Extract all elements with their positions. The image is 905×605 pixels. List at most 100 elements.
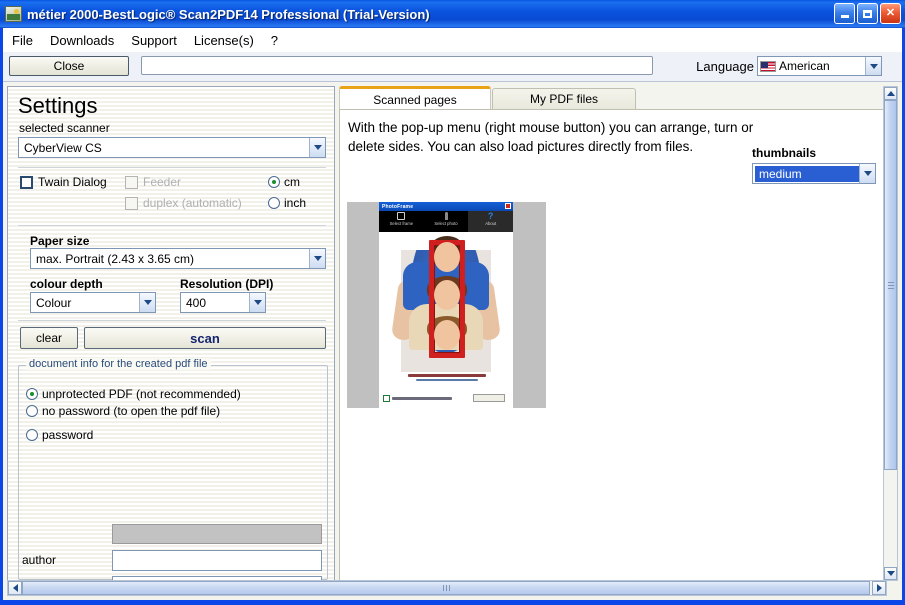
paper-size-dropdown[interactable]: max. Portrait (2.43 x 3.65 cm) (30, 248, 326, 269)
chevron-down-icon[interactable] (309, 249, 325, 268)
colour-depth-label: colour depth (30, 277, 103, 291)
chevron-down-icon[interactable] (309, 138, 325, 157)
scanned-page-content: PhotoFrame Select frame Select photo ? A… (379, 202, 513, 408)
scanner-value: CyberView CS (24, 140, 102, 155)
chevron-down-icon[interactable] (859, 164, 875, 183)
options-row: Twain Dialog Feeder duplex (automatic) c… (20, 175, 326, 217)
photoframe-title-bar: PhotoFrame (379, 202, 513, 211)
scanned-page-thumbnail[interactable]: PhotoFrame Select frame Select photo ? A… (347, 202, 546, 408)
menu-item-help[interactable]: ? (271, 33, 278, 48)
clear-button[interactable]: clear (20, 327, 78, 349)
thumbnails-value: medium (755, 165, 859, 182)
close-button[interactable]: Close (9, 56, 129, 76)
page-footer (383, 394, 509, 403)
select-frame-label: Select frame (389, 221, 414, 226)
toolbar: Close Language American (3, 52, 902, 82)
close-icon (505, 203, 511, 209)
thumbnails-size-dropdown[interactable]: medium (752, 163, 876, 184)
unprotected-pdf-radio[interactable]: unprotected PDF (not recommended) (26, 387, 241, 401)
tab-my-pdf-files[interactable]: My PDF files (492, 88, 636, 109)
divider (18, 167, 326, 168)
tab-bar: Scanned pages My PDF files (339, 86, 887, 110)
caption-line (416, 378, 478, 381)
close-icon: ✕ (885, 7, 896, 19)
face-woman (434, 280, 460, 310)
no-password-label: no password (to open the pdf file) (42, 404, 221, 418)
footer-text-line (392, 397, 452, 400)
photoframe-title: PhotoFrame (382, 203, 414, 210)
feeder-label: Feeder (143, 175, 182, 189)
photo-image (379, 232, 513, 372)
face-girl (434, 320, 460, 350)
chevron-down-icon[interactable] (139, 293, 155, 312)
client-area: File Downloads Support License(s) ? Clos… (3, 28, 902, 600)
radio-icon (26, 429, 38, 441)
author-label: author (22, 553, 57, 567)
scroll-left-button[interactable] (8, 581, 22, 595)
photoframe-toolbar: Select frame Select photo ? About (379, 211, 513, 232)
resolution-dropdown[interactable]: 400 (180, 292, 266, 313)
minimize-button[interactable] (834, 3, 855, 24)
resolution-value: 400 (186, 295, 207, 310)
feeder-checkbox: Feeder (125, 175, 181, 189)
panel-description: With the pop-up menu (right mouse button… (348, 120, 754, 154)
select-photo-label: Select photo (434, 221, 458, 226)
title-bar: métier 2000-BestLogic® Scan2PDF14 Profes… (0, 0, 905, 28)
twain-dialog-label: Twain Dialog (38, 175, 107, 189)
duplex-label: duplex (automatic) (143, 196, 242, 210)
horizontal-scroll-thumb[interactable] (22, 581, 870, 595)
twain-dialog-checkbox[interactable]: Twain Dialog (20, 175, 107, 189)
scanner-dropdown[interactable]: CyberView CS (18, 137, 326, 158)
question-mark-icon: ? (487, 211, 494, 221)
chevron-down-icon[interactable] (865, 57, 881, 75)
checkbox-icon (125, 196, 138, 210)
checkbox-icon (20, 175, 33, 189)
scroll-right-button[interactable] (872, 581, 886, 595)
ok-button (473, 394, 505, 402)
menu-item-licenses[interactable]: License(s) (194, 33, 254, 48)
colour-depth-value: Colour (36, 295, 72, 310)
person-icon (444, 212, 448, 220)
language-label: Language (696, 59, 754, 74)
divider (18, 225, 326, 226)
menu-item-downloads[interactable]: Downloads (50, 33, 114, 48)
face-man (434, 242, 460, 272)
window-title: métier 2000-BestLogic® Scan2PDF14 Profes… (27, 6, 430, 22)
horizontal-scrollbar[interactable] (7, 580, 887, 596)
about-button: ? About (468, 211, 513, 232)
colour-depth-dropdown[interactable]: Colour (30, 292, 156, 313)
scroll-down-button[interactable] (884, 567, 897, 580)
unit-inch-label: inch (284, 196, 307, 210)
scan-button[interactable]: scan (84, 327, 326, 349)
menu-item-support[interactable]: Support (131, 33, 177, 48)
scanned-pages-area[interactable]: PhotoFrame Select frame Select photo ? A… (341, 198, 887, 581)
scroll-up-button[interactable] (884, 87, 897, 100)
us-flag-icon (760, 60, 776, 72)
about-label: About (485, 221, 497, 226)
select-frame-button: Select frame (379, 211, 424, 232)
paper-size-value: max. Portrait (2.43 x 3.65 cm) (36, 251, 195, 266)
close-window-button[interactable]: ✕ (880, 3, 901, 24)
radio-icon (26, 388, 38, 400)
divider (18, 320, 326, 321)
password-radio[interactable]: password (26, 428, 93, 442)
menu-item-file[interactable]: File (12, 33, 33, 48)
minimize-icon (840, 15, 849, 18)
no-password-radio[interactable]: no password (to open the pdf file) (26, 404, 220, 418)
progress-field (141, 56, 653, 75)
language-dropdown[interactable]: American (757, 56, 882, 76)
maximize-button[interactable] (857, 3, 878, 24)
unit-cm-radio[interactable]: cm (268, 175, 300, 189)
vertical-scroll-thumb[interactable] (884, 100, 897, 470)
pages-panel: Scanned pages My PDF files With the pop-… (339, 86, 887, 581)
language-value: American (779, 59, 830, 73)
unit-inch-radio[interactable]: inch (268, 196, 306, 210)
author-input[interactable] (112, 550, 322, 571)
document-info-group-title: document info for the created pdf file (26, 358, 211, 370)
password-label: password (42, 428, 94, 442)
chevron-down-icon[interactable] (249, 293, 265, 312)
settings-panel: Settings selected scanner CyberView CS T… (7, 86, 335, 581)
tab-panel: With the pop-up menu (right mouse button… (339, 109, 887, 581)
vertical-scrollbar[interactable] (883, 86, 898, 581)
tab-scanned-pages[interactable]: Scanned pages (339, 86, 491, 110)
